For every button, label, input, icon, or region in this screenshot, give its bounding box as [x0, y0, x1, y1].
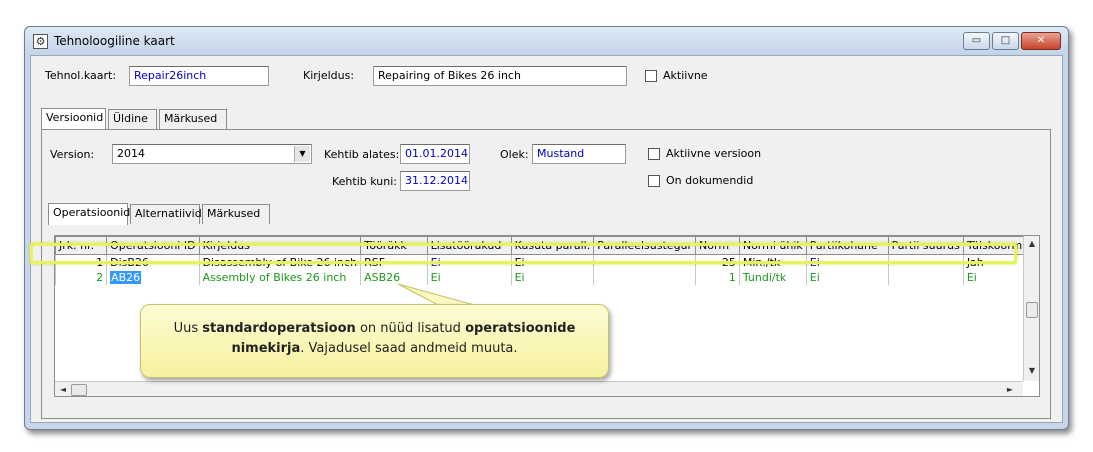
operations-table: Jrk. nr. Operatsiooni ID Kirjeldus Töörä… [55, 236, 1039, 285]
kirjeldus-field[interactable]: Repairing of Bikes 26 inch [373, 66, 627, 86]
cell-partii-suurus[interactable] [887, 254, 964, 270]
cell-partii-suurus[interactable] [887, 269, 964, 285]
cell-kirjeldus[interactable]: Disassembly of Bike 26 inch [198, 254, 362, 270]
tab-inner-markused[interactable]: Märkused [202, 204, 270, 224]
cell-operatsiooni-id[interactable]: AB26 [106, 269, 200, 285]
scroll-left-icon[interactable]: ◄ [58, 385, 68, 394]
cell-lisatoorakud[interactable]: Ei [426, 254, 512, 270]
kirjeldus-label: Kirjeldus: [303, 69, 355, 82]
col-paralleelsustegur[interactable]: Paralleelsustegur [593, 236, 697, 255]
vertical-scrollbar[interactable]: ▲ ▼ [1023, 236, 1039, 381]
kehtib-alates-label: Kehtib alates: [324, 148, 400, 161]
on-dokumendid-label: On dokumendid [666, 174, 754, 187]
gear-window-icon[interactable]: ⚙ [33, 34, 48, 49]
tab-versioonid[interactable]: Versioonid [41, 108, 106, 130]
selected-id-text[interactable]: AB26 [110, 270, 142, 284]
cell-paralleelsustegur[interactable] [593, 269, 697, 285]
cell-toorakk[interactable]: RSF [360, 254, 428, 270]
cell-partiikohane[interactable]: Ei [805, 269, 889, 285]
col-jrk-nr[interactable]: Jrk. nr. [55, 236, 108, 255]
col-partiikohane[interactable]: Partiikohane [805, 236, 889, 255]
aktiivne-versioon-checkbox[interactable] [648, 148, 660, 160]
tab-uldine[interactable]: Üldine [108, 109, 157, 129]
col-kasuta-parall[interactable]: Kasuta parall. [510, 236, 595, 255]
col-norm[interactable]: Norm [695, 236, 740, 255]
table-row-selected[interactable]: 2 AB26 Assembly of Bikes 26 inch ASB26 E… [55, 269, 1039, 285]
grid-header-row: Jrk. nr. Operatsiooni ID Kirjeldus Töörä… [55, 236, 1039, 255]
scroll-up-icon[interactable]: ▲ [1024, 239, 1039, 248]
kehtib-kuni-field[interactable]: 31.12.2014 [400, 171, 470, 191]
cell-jrk-nr[interactable]: 2 [55, 269, 108, 285]
col-partii-suurus[interactable]: Partii suurus [887, 236, 964, 255]
olek-field[interactable]: Mustand [532, 144, 626, 164]
horizontal-scroll-thumb[interactable] [71, 384, 87, 396]
cell-toorakk[interactable]: ASB26 [360, 269, 428, 285]
cell-kirjeldus[interactable]: Assembly of Bikes 26 inch [198, 269, 362, 285]
cell-lisatoorakud[interactable]: Ei [426, 269, 512, 285]
tab-markused[interactable]: Märkused [159, 109, 227, 129]
hint-callout: Uus standardoperatsioon on nüüd lisatud … [140, 304, 609, 378]
aktiivne-checkbox[interactable] [645, 70, 657, 82]
tehnol-kaart-label: Tehnol.kaart: [45, 69, 117, 82]
cell-norm[interactable]: 25 [695, 254, 740, 270]
on-dokumendid-checkbox[interactable] [648, 175, 660, 187]
scroll-right-icon[interactable]: ► [1005, 385, 1015, 394]
chevron-down-icon[interactable]: ▼ [294, 146, 310, 162]
cell-kasuta-parall[interactable]: Ei [510, 269, 595, 285]
window-title: Tehnoloogiline kaart [54, 34, 175, 48]
cell-normi-uhik[interactable]: Tundi/tk [738, 269, 807, 285]
tab-alternatiivid[interactable]: Alternatiivid [130, 204, 202, 224]
kehtib-alates-field[interactable]: 01.01.2014 [400, 144, 470, 164]
cell-kasuta-parall[interactable]: Ei [510, 254, 595, 270]
kehtib-kuni-label: Kehtib kuni: [332, 175, 397, 188]
col-kirjeldus[interactable]: Kirjeldus [198, 236, 362, 255]
callout-text-3: . Vajadusel saad andmeid muuta. [300, 341, 518, 356]
callout-bold-1: standardoperatsioon [202, 321, 356, 336]
title-bar[interactable]: ⚙ Tehnoloogiline kaart ▭ □ ✕ [25, 27, 1068, 55]
maximize-button[interactable]: □ [992, 32, 1019, 50]
cell-partiikohane[interactable]: Ei [805, 254, 889, 270]
aktiivne-versioon-label: Aktiivne versioon [666, 147, 762, 160]
scroll-down-icon[interactable]: ▼ [1024, 366, 1039, 375]
callout-text-1: Uus [173, 321, 203, 336]
callout-text-2: on nüüd lisatud [355, 321, 466, 336]
cell-jrk-nr[interactable]: 1 [55, 254, 108, 270]
outer-tabs: Versioonid Üldine Märkused [41, 108, 341, 130]
inner-tabs: Operatsioonid Alternatiivid Märkused [48, 203, 308, 225]
version-combo[interactable]: 2014 ▼ [112, 144, 312, 164]
col-operatsiooni-id[interactable]: Operatsiooni ID [106, 236, 200, 255]
minimize-button[interactable]: ▭ [963, 32, 990, 50]
close-button[interactable]: ✕ [1021, 32, 1061, 50]
col-lisatoorakud[interactable]: Lisatöörakud [426, 236, 512, 255]
tehnol-kaart-field[interactable]: Repair26inch [129, 66, 269, 86]
col-normi-uhik[interactable]: Normi ühik [738, 236, 807, 255]
olek-label: Olek: [500, 148, 529, 161]
cell-paralleelsustegur[interactable] [593, 254, 697, 270]
cell-norm[interactable]: 1 [695, 269, 740, 285]
vertical-scroll-thumb[interactable] [1026, 302, 1038, 318]
table-row[interactable]: 1 DisB26 Disassembly of Bike 26 inch RSF… [55, 254, 1039, 270]
aktiivne-label: Aktiivne [663, 69, 708, 82]
cell-operatsiooni-id[interactable]: DisB26 [106, 254, 200, 270]
col-toorakk[interactable]: Tööräkk [360, 236, 428, 255]
tab-operatsioonid[interactable]: Operatsioonid [48, 203, 130, 225]
version-label: Version: [50, 148, 95, 161]
horizontal-scrollbar[interactable]: ◄ ► [55, 381, 1023, 396]
version-combo-value: 2014 [117, 147, 145, 160]
cell-normi-uhik[interactable]: Min./tk [738, 254, 807, 270]
